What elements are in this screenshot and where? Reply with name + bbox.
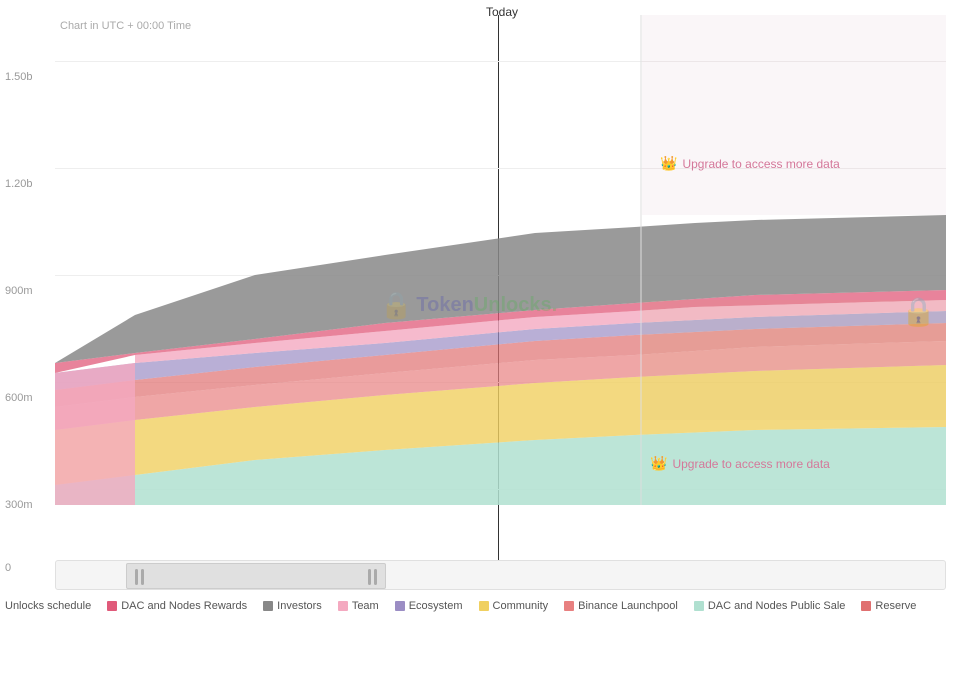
scrollbar-grip-left xyxy=(135,569,138,585)
legend-dot-dac-public-sale xyxy=(694,601,704,611)
scrollbar-handle[interactable] xyxy=(126,563,386,589)
upgrade-badge-bottom: 👑 Upgrade to access more data xyxy=(650,455,830,472)
legend-dot-team xyxy=(338,601,348,611)
legend-item-unlocks-schedule: Unlocks schedule xyxy=(5,600,91,612)
scrollbar-grip-right2 xyxy=(374,569,377,585)
scrollbar-grip-right xyxy=(141,569,144,585)
legend-dot-community xyxy=(479,601,489,611)
scrollbar-area[interactable] xyxy=(55,560,946,590)
legend-dot-investors xyxy=(263,601,273,611)
y-label-120b: 1.20b xyxy=(5,178,33,190)
legend-item-dac-rewards: DAC and Nodes Rewards xyxy=(107,600,247,612)
y-label-600m: 600m xyxy=(5,392,33,404)
legend-label-ecosystem: Ecosystem xyxy=(409,600,463,612)
legend-label-dac-rewards: DAC and Nodes Rewards xyxy=(121,600,247,612)
legend-dot-binance xyxy=(564,601,574,611)
crown-icon-top: 👑 xyxy=(660,155,677,172)
legend: Unlocks schedule DAC and Nodes Rewards I… xyxy=(0,600,946,612)
y-label-150b: 1.50b xyxy=(5,71,33,83)
legend-item-team: Team xyxy=(338,600,379,612)
chart-container: Chart in UTC + 00:00 Time Today 1.50b 1.… xyxy=(0,0,961,620)
legend-label-team: Team xyxy=(352,600,379,612)
upgrade-badge-top: 👑 Upgrade to access more data xyxy=(660,155,840,172)
legend-item-ecosystem: Ecosystem xyxy=(395,600,463,612)
legend-item-binance: Binance Launchpool xyxy=(564,600,678,612)
legend-label-binance: Binance Launchpool xyxy=(578,600,678,612)
legend-dot-reserve xyxy=(861,601,871,611)
crown-icon-bottom: 👑 xyxy=(650,455,667,472)
chart-svg xyxy=(55,15,946,505)
legend-label-dac-public-sale: DAC and Nodes Public Sale xyxy=(708,600,846,612)
legend-item-dac-public-sale: DAC and Nodes Public Sale xyxy=(694,600,846,612)
legend-dot-ecosystem xyxy=(395,601,405,611)
legend-label-community: Community xyxy=(493,600,549,612)
y-label-900m: 900m xyxy=(5,285,33,297)
legend-dot-dac-rewards xyxy=(107,601,117,611)
legend-label-investors: Investors xyxy=(277,600,322,612)
lock-icon-right: 🔒 xyxy=(901,295,936,328)
legend-label-unlocks-schedule: Unlocks schedule xyxy=(5,600,91,612)
legend-item-community: Community xyxy=(479,600,549,612)
y-label-0: 0 xyxy=(5,562,11,574)
y-label-300m: 300m xyxy=(5,499,33,511)
legend-label-reserve: Reserve xyxy=(875,600,916,612)
legend-item-reserve: Reserve xyxy=(861,600,916,612)
scrollbar-grip-right3 xyxy=(368,569,371,585)
legend-item-investors: Investors xyxy=(263,600,322,612)
